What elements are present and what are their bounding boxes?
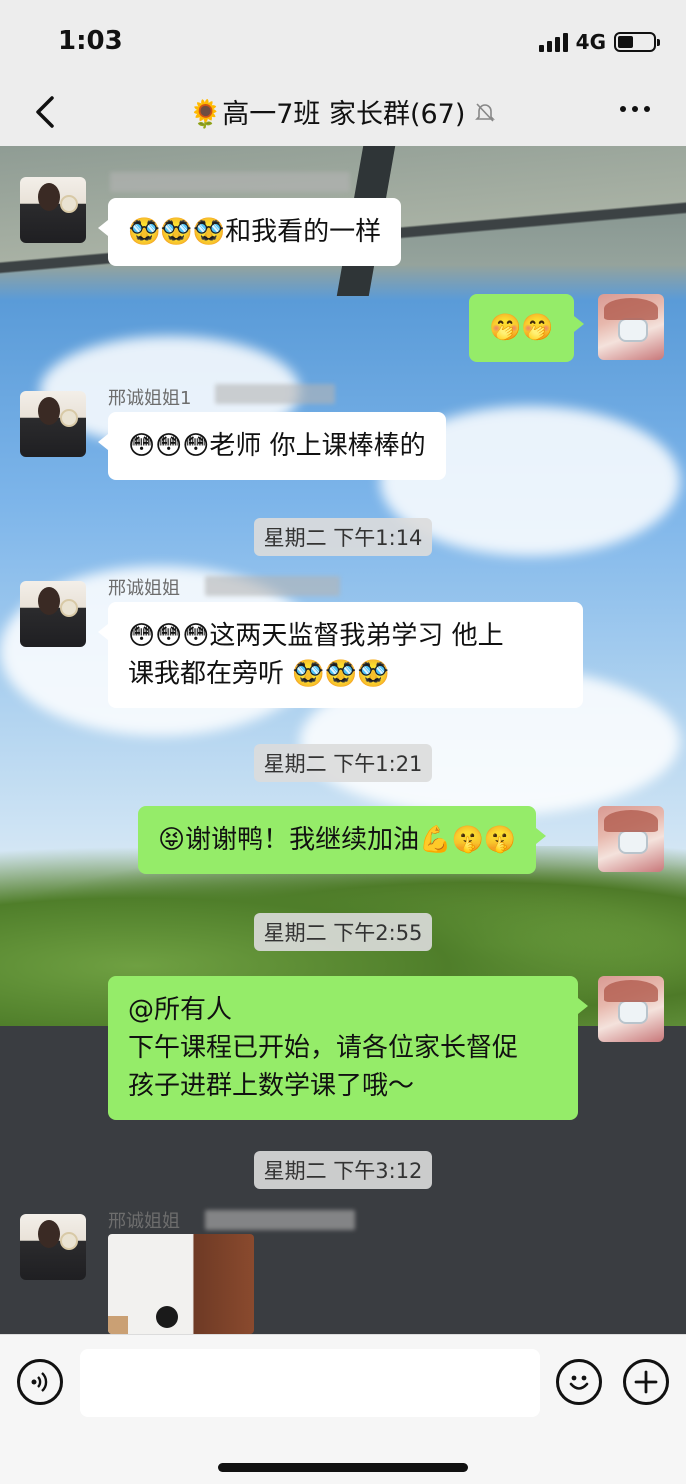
home-indicator xyxy=(218,1463,468,1472)
sender-name: 邢诚姐姐1 xyxy=(108,388,192,409)
mention-line: @所有人 xyxy=(128,995,233,1025)
timestamp-text: 星期二 下午1:21 xyxy=(253,744,433,782)
message-line: 孩子进群上数学课了哦～ xyxy=(128,1071,415,1101)
more-options-button[interactable] xyxy=(620,106,650,112)
timestamp: 星期二 下午2:55 xyxy=(0,913,686,951)
dot-icon xyxy=(632,106,638,112)
message-input[interactable] xyxy=(80,1349,540,1417)
chat-area[interactable]: 🥸🥸🥸和我看的一样 🤭🤭 邢诚姐姐1 😳😳😳老师 你上课棒棒的 星期二 下午1:… xyxy=(0,146,686,1334)
plus-button[interactable] xyxy=(623,1359,669,1405)
message-bubble-self[interactable]: 🤭🤭 xyxy=(469,294,584,362)
timestamp: 星期二 下午3:12 xyxy=(0,1151,686,1189)
emoji-icon xyxy=(569,1375,589,1390)
message-bubble[interactable]: 😳😳😳这两天监督我弟学习 他上 课我都在旁听 🥸🥸🥸 xyxy=(98,602,583,708)
sender-name: 邢诚姐姐 xyxy=(108,578,180,599)
timestamp-text: 星期二 下午1:14 xyxy=(253,518,433,556)
network-type: 4G xyxy=(575,30,606,54)
status-bar: 1:03 4G xyxy=(0,0,686,80)
blurred-name xyxy=(205,1210,355,1230)
plus-icon xyxy=(634,1370,658,1394)
signal-icon xyxy=(538,32,568,52)
avatar-self[interactable] xyxy=(598,806,664,872)
emoji-button[interactable] xyxy=(556,1359,602,1405)
avatar[interactable] xyxy=(20,177,86,243)
message-line: 😳😳😳这两天监督我弟学习 他上 xyxy=(128,621,504,651)
dot-icon xyxy=(620,106,626,112)
avatar-self[interactable] xyxy=(598,976,664,1042)
group-name: 🌻高一7班 家长群(67) xyxy=(188,99,466,130)
blurred-name xyxy=(215,384,335,404)
timestamp-text: 星期二 下午3:12 xyxy=(253,1151,433,1189)
chat-title: 🌻高一7班 家长群(67) xyxy=(0,92,686,131)
voice-icon xyxy=(31,1372,48,1392)
avatar[interactable] xyxy=(20,581,86,647)
photo-person xyxy=(156,1306,178,1328)
timestamp-text: 星期二 下午2:55 xyxy=(253,913,433,951)
sender-name: 邢诚姐姐 xyxy=(108,1211,180,1232)
timestamp: 星期二 下午1:21 xyxy=(0,744,686,782)
message-bubble[interactable]: 🥸🥸🥸和我看的一样 xyxy=(97,198,402,266)
input-bar xyxy=(0,1334,686,1484)
nav-bar: 🌻高一7班 家长群(67) xyxy=(0,80,686,146)
voice-button[interactable] xyxy=(17,1359,63,1405)
blurred-name xyxy=(205,576,340,596)
avatar[interactable] xyxy=(20,391,86,457)
timestamp: 星期二 下午1:14 xyxy=(0,518,686,556)
mute-bell-icon xyxy=(475,102,496,122)
message-bubble[interactable]: 😳😳😳老师 你上课棒棒的 xyxy=(98,412,446,480)
dot-icon xyxy=(644,106,650,112)
message-bubble-self[interactable]: 😝谢谢鸭！我继续加油💪🤫🤫 xyxy=(138,806,547,874)
battery-icon xyxy=(614,32,660,52)
message-bubble-self[interactable]: @所有人 下午课程已开始，请各位家长督促 孩子进群上数学课了哦～ xyxy=(108,976,588,1120)
status-time: 1:03 xyxy=(58,26,123,56)
message-line: 下午课程已开始，请各位家长督促 xyxy=(128,1033,519,1063)
blurred-name xyxy=(110,172,350,192)
avatar[interactable] xyxy=(20,1214,86,1280)
image-message[interactable] xyxy=(108,1234,254,1334)
message-line: 课我都在旁听 🥸🥸🥸 xyxy=(128,659,390,689)
avatar-self[interactable] xyxy=(598,294,664,360)
photo-shelf xyxy=(108,1316,128,1334)
status-indicators: 4G xyxy=(538,30,660,54)
